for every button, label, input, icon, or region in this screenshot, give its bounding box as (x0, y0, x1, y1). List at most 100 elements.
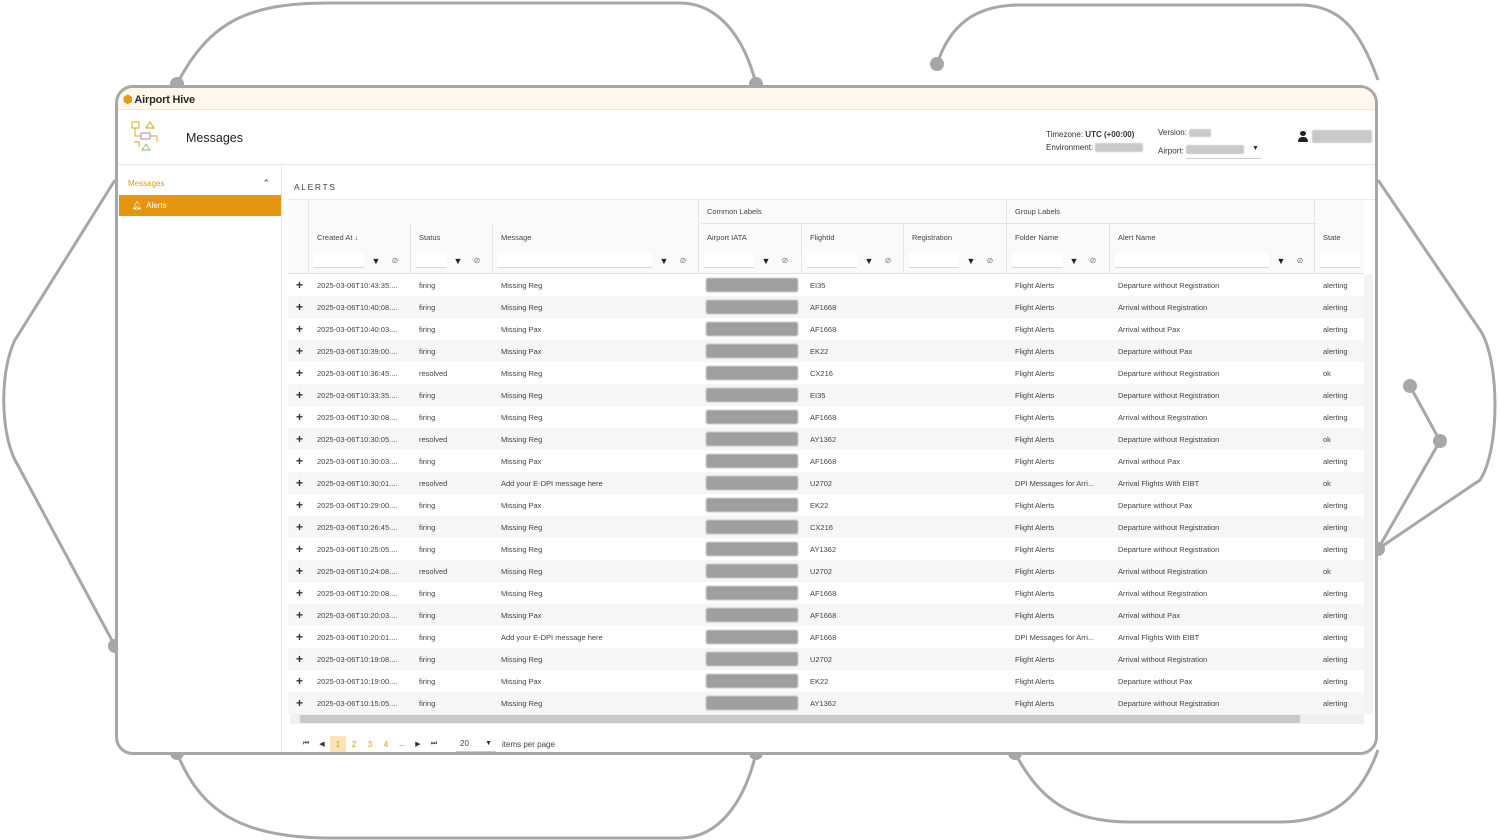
table-row[interactable]: +2025-03-06T10:15:05.... firing Missing Re… (288, 692, 1364, 714)
clear-filter-icon[interactable]: ⊘ (1293, 253, 1307, 268)
page-size-select[interactable]: 20 ▼ (456, 736, 496, 752)
expand-row-icon[interactable]: + (296, 652, 303, 666)
expand-row-icon[interactable]: + (296, 498, 303, 512)
sidebar-group-messages[interactable]: Messages ⌃ (118, 171, 282, 195)
filter-icon[interactable]: ▼ (1273, 253, 1289, 268)
expand-row-icon[interactable]: + (296, 278, 303, 292)
table-row[interactable]: +2025-03-06T10:43:35.... firing Missing Re… (288, 274, 1364, 296)
clear-filter-icon[interactable]: ⊘ (470, 253, 484, 268)
cell-alert: Arrival Flights With EIBT (1118, 633, 1200, 642)
table-row[interactable]: +2025-03-06T10:30:05.... resolved Missing … (288, 428, 1364, 450)
filter-icon[interactable]: ▼ (1066, 253, 1082, 268)
page-number[interactable]: 2 (346, 736, 362, 752)
table-row[interactable]: +2025-03-06T10:33:35.... firing Missing Re… (288, 384, 1364, 406)
expand-row-icon[interactable]: + (296, 410, 303, 424)
expand-row-icon[interactable]: + (296, 630, 303, 644)
table-row[interactable]: +2025-03-06T10:30:01.... resolved Add your… (288, 472, 1364, 494)
filter-input-flightid[interactable] (807, 253, 857, 268)
table-row[interactable]: +2025-03-06T10:20:01.... firing Add your E… (288, 626, 1364, 648)
table-row[interactable]: +2025-03-06T10:29:00.... firing Missing Pa… (288, 494, 1364, 516)
column-header-state[interactable]: State (1317, 224, 1341, 249)
filter-input-status[interactable] (416, 253, 446, 268)
table-row[interactable]: +2025-03-06T10:20:03.... firing Missing Pa… (288, 604, 1364, 626)
clear-filter-icon[interactable]: ⊘ (388, 253, 402, 268)
expand-row-icon[interactable]: + (296, 564, 303, 578)
filter-icon[interactable]: ▼ (861, 253, 877, 268)
expand-row-icon[interactable]: + (296, 674, 303, 688)
table-row[interactable]: +2025-03-06T10:19:00.... firing Missing Pa… (288, 670, 1364, 692)
expand-row-icon[interactable]: + (296, 344, 303, 358)
filter-input-created-at[interactable] (314, 253, 364, 268)
filter-input-alert-name[interactable] (1115, 253, 1269, 268)
table-row[interactable]: +2025-03-06T10:30:08.... firing Missing Re… (288, 406, 1364, 428)
expand-row-icon[interactable]: + (296, 300, 303, 314)
expand-row-icon[interactable]: + (296, 608, 303, 622)
expand-row-icon[interactable]: + (296, 366, 303, 380)
table-row[interactable]: +2025-03-06T10:20:08.... firing Missing Re… (288, 582, 1364, 604)
table-row[interactable]: +2025-03-06T10:26:45.... firing Missing Re… (288, 516, 1364, 538)
clear-filter-icon[interactable]: ⊘ (778, 253, 792, 268)
prev-page-icon[interactable]: ◀ (314, 736, 330, 752)
clear-filter-icon[interactable]: ⊘ (676, 253, 690, 268)
first-page-icon[interactable]: ⏮ (298, 736, 314, 752)
filter-input-message[interactable] (498, 253, 652, 268)
filter-icon[interactable]: ▼ (963, 253, 979, 268)
table-row[interactable]: +2025-03-06T10:24:08.... resolved Missing … (288, 560, 1364, 582)
column-divider (492, 224, 493, 274)
clear-filter-icon[interactable]: ⊘ (983, 253, 997, 268)
scrollbar-thumb[interactable] (300, 715, 1300, 723)
column-header-airport-iata[interactable]: Airport IATA (701, 224, 747, 249)
page-number[interactable]: 1 (330, 736, 346, 752)
column-header-message[interactable]: Message (495, 224, 531, 249)
sidebar-item-alerts[interactable]: 🔔︎ Alerts (119, 195, 281, 216)
airport-select[interactable]: ▼ (1186, 141, 1261, 159)
brand-logo[interactable]: ⬢ Airport Hive (123, 93, 195, 107)
cell-alert: Arrival without Registration (1118, 567, 1208, 576)
expand-row-icon[interactable]: + (296, 388, 303, 402)
cell-alert: Arrival without Registration (1118, 413, 1208, 422)
expand-row-icon[interactable]: + (296, 520, 303, 534)
expand-row-icon[interactable]: + (296, 476, 303, 490)
filter-input-airport-iata[interactable] (704, 253, 754, 268)
last-page-icon[interactable]: ⏭ (426, 736, 442, 752)
table-row[interactable]: +2025-03-06T10:25:05.... firing Missing Re… (288, 538, 1364, 560)
table-row[interactable]: +2025-03-06T10:40:08.... firing Missing Re… (288, 296, 1364, 318)
expand-row-icon[interactable]: + (296, 696, 303, 710)
column-header-folder-name[interactable]: Folder Name (1009, 224, 1058, 249)
cell-state: alerting (1323, 281, 1348, 290)
column-header-flightid[interactable]: FlightId (804, 224, 835, 249)
next-page-icon[interactable]: ▶ (410, 736, 426, 752)
expand-row-icon[interactable]: + (296, 454, 303, 468)
table-row[interactable]: +2025-03-06T10:36:45.... resolved Missing … (288, 362, 1364, 384)
column-header-alert-name[interactable]: Alert Name (1112, 224, 1156, 249)
expand-row-icon[interactable]: + (296, 542, 303, 556)
expand-row-icon[interactable]: + (296, 432, 303, 446)
page-number[interactable]: 3 (362, 736, 378, 752)
filter-icon[interactable]: ▼ (656, 253, 672, 268)
user-menu[interactable] (1298, 130, 1372, 143)
airport-iata-redacted (706, 432, 798, 446)
filter-input-registration[interactable] (909, 253, 959, 268)
column-header-created-at[interactable]: Created At ↓ (311, 224, 358, 249)
table-row[interactable]: +2025-03-06T10:19:08.... firing Missing Re… (288, 648, 1364, 670)
expand-row-icon[interactable]: + (296, 322, 303, 336)
table-row[interactable]: +2025-03-06T10:30:03.... firing Missing Pa… (288, 450, 1364, 472)
filter-input-folder-name[interactable] (1012, 253, 1062, 268)
user-name-redacted (1312, 130, 1372, 143)
column-header-status[interactable]: Status (413, 224, 440, 249)
cell-alert: Departure without Pax (1118, 501, 1193, 510)
filter-input-state[interactable] (1320, 253, 1360, 268)
table-row[interactable]: +2025-03-06T10:40:03.... firing Missing Pa… (288, 318, 1364, 340)
page-number[interactable]: 4 (378, 736, 394, 752)
table-row[interactable]: +2025-03-06T10:39:00.... firing Missing Pa… (288, 340, 1364, 362)
cell-flight: AF1668 (810, 303, 837, 312)
expand-row-icon[interactable]: + (296, 586, 303, 600)
clear-filter-icon[interactable]: ⊘ (1086, 253, 1100, 268)
filter-icon[interactable]: ▼ (758, 253, 774, 268)
column-header-registration[interactable]: Registration (906, 224, 952, 249)
vertical-scrollbar[interactable] (1364, 274, 1373, 714)
filter-icon[interactable]: ▼ (450, 253, 466, 268)
horizontal-scrollbar[interactable] (290, 714, 1364, 724)
filter-icon[interactable]: ▼ (368, 253, 384, 268)
clear-filter-icon[interactable]: ⊘ (881, 253, 895, 268)
